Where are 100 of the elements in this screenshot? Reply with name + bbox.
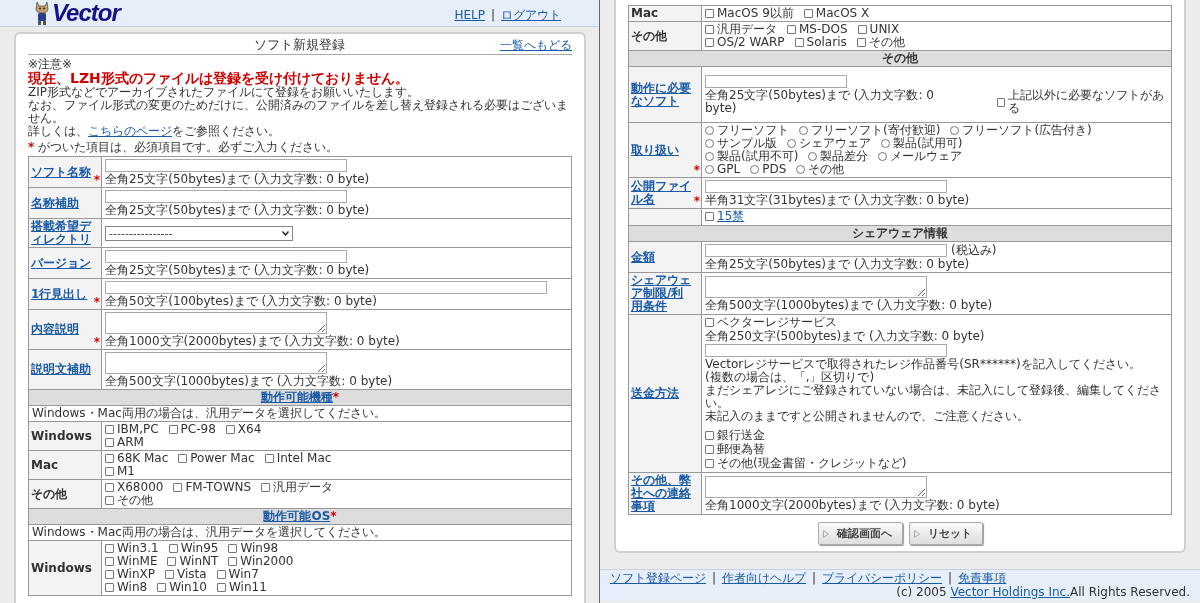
- confirm-button[interactable]: 確認画面へ: [817, 522, 903, 545]
- section-title-link[interactable]: 動作可能OS: [263, 509, 331, 523]
- checkbox[interactable]: [165, 570, 174, 579]
- section-note: Windows・Mac両用の場合は、汎用データを選択してください。: [32, 406, 386, 420]
- checkbox[interactable]: [105, 496, 114, 505]
- checkbox[interactable]: [705, 38, 714, 47]
- required-mark: *: [93, 174, 100, 186]
- field-label-link[interactable]: 公開ファイル名: [631, 180, 693, 206]
- radio-button[interactable]: [750, 165, 760, 174]
- checkbox[interactable]: [803, 9, 813, 18]
- checkbox-label: X64: [237, 423, 262, 436]
- checkbox[interactable]: [105, 544, 114, 553]
- radio-button[interactable]: [787, 139, 796, 148]
- header-link[interactable]: HELP: [454, 9, 485, 22]
- checkbox[interactable]: [173, 483, 183, 492]
- checkbox[interactable]: [216, 570, 226, 579]
- text-input[interactable]: [105, 190, 347, 203]
- directory-select[interactable]: ----------------: [105, 225, 293, 241]
- checkbox[interactable]: [157, 583, 167, 592]
- footer-link[interactable]: ソフト登録ページ: [610, 572, 706, 585]
- radio-button[interactable]: [808, 152, 818, 161]
- row-label: Windows: [31, 429, 93, 443]
- link-separator: |: [712, 572, 717, 585]
- radio-label: 製品(試用不可): [717, 150, 799, 163]
- field-label-link[interactable]: ソフト名称: [31, 165, 93, 179]
- checkbox[interactable]: [705, 459, 714, 468]
- checkbox[interactable]: [105, 583, 114, 592]
- field-label-link[interactable]: 内容説明: [31, 323, 93, 336]
- text-area[interactable]: [105, 312, 327, 334]
- radio-button[interactable]: [705, 165, 714, 174]
- radio-button[interactable]: [705, 126, 714, 135]
- company-link[interactable]: Vector Holdings Inc.: [950, 585, 1070, 599]
- checkbox[interactable]: [167, 557, 177, 566]
- checkbox[interactable]: [217, 583, 226, 592]
- checkbox[interactable]: [705, 318, 714, 327]
- field-label-link[interactable]: 取り扱い: [631, 143, 693, 157]
- field-label-link[interactable]: 1行見出し: [31, 287, 93, 301]
- radio-button[interactable]: [705, 152, 714, 161]
- checkbox[interactable]: [105, 438, 114, 447]
- back-to-list-link[interactable]: 一覧へもどる: [500, 39, 572, 52]
- checkbox[interactable]: [705, 9, 714, 18]
- checkbox-label: X68000: [117, 481, 164, 494]
- radio-button[interactable]: [796, 165, 806, 174]
- footer-link[interactable]: プライバシーポリシー: [822, 572, 943, 585]
- radio-button[interactable]: [950, 126, 960, 135]
- text-input[interactable]: [105, 159, 347, 172]
- checkbox[interactable]: [705, 431, 714, 440]
- checkbox[interactable]: [794, 38, 804, 47]
- input-hint: 全角25文字(50bytes)まで (入力文字数: 0 byte): [105, 173, 371, 186]
- details-page-link[interactable]: こちらのページ: [88, 124, 172, 138]
- play-icon: [913, 529, 920, 538]
- radio-button[interactable]: [705, 139, 714, 148]
- text-input[interactable]: [705, 180, 947, 193]
- text-input[interactable]: [105, 281, 547, 294]
- input-hint: 全角25文字(50bytes)まで (入力文字数: 0 byte): [705, 89, 935, 115]
- checkbox[interactable]: [105, 425, 114, 434]
- cat-icon: [34, 0, 50, 26]
- footer-link[interactable]: 免責事項: [958, 572, 1007, 585]
- text-area[interactable]: [705, 476, 927, 498]
- checkbox[interactable]: [228, 544, 238, 553]
- checkbox[interactable]: [705, 445, 714, 454]
- text-area[interactable]: [705, 276, 927, 298]
- radio-button[interactable]: [799, 126, 808, 135]
- checkbox[interactable]: [178, 454, 188, 463]
- checkbox[interactable]: [168, 544, 178, 553]
- text-input[interactable]: [705, 244, 947, 257]
- checkbox[interactable]: [705, 212, 714, 221]
- text-input[interactable]: [705, 75, 847, 88]
- rating-link[interactable]: 15禁: [717, 210, 745, 223]
- radio-button[interactable]: [878, 152, 888, 161]
- section-title-link[interactable]: 動作可能機種: [260, 390, 333, 404]
- checkbox[interactable]: [996, 97, 1006, 107]
- checkbox[interactable]: [856, 38, 866, 47]
- checkbox[interactable]: [261, 483, 271, 492]
- reset-button[interactable]: リセット: [908, 522, 983, 545]
- header-link[interactable]: ログアウト: [501, 9, 561, 22]
- checkbox[interactable]: [228, 557, 238, 566]
- checkbox-label: IBM,PC: [117, 423, 159, 436]
- checkbox[interactable]: [105, 467, 114, 476]
- checkbox-label: OS/2 WARP: [717, 36, 785, 49]
- checkbox[interactable]: [264, 454, 274, 463]
- text-input[interactable]: [105, 250, 347, 263]
- checkbox[interactable]: [787, 25, 796, 34]
- input-hint: 全角25文字(50bytes)まで (入力文字数: 0 byte): [705, 258, 971, 271]
- checkbox[interactable]: [857, 25, 867, 34]
- checkbox[interactable]: [105, 454, 114, 463]
- logo-text[interactable]: Vector: [52, 0, 120, 26]
- checkbox[interactable]: [168, 425, 178, 434]
- footer-link[interactable]: 作者向けヘルプ: [722, 572, 807, 585]
- text-input[interactable]: [705, 344, 947, 357]
- checkbox[interactable]: [105, 557, 114, 566]
- field-label-link[interactable]: 送金方法: [631, 387, 693, 400]
- checkbox[interactable]: [225, 425, 235, 434]
- checkbox-label: Win98: [240, 542, 279, 555]
- radio-button[interactable]: [881, 139, 890, 148]
- checkbox[interactable]: [105, 483, 114, 492]
- checkbox-label: Win3.1: [117, 542, 159, 555]
- checkbox[interactable]: [705, 25, 714, 34]
- checkbox[interactable]: [105, 570, 114, 579]
- text-area[interactable]: [105, 352, 327, 374]
